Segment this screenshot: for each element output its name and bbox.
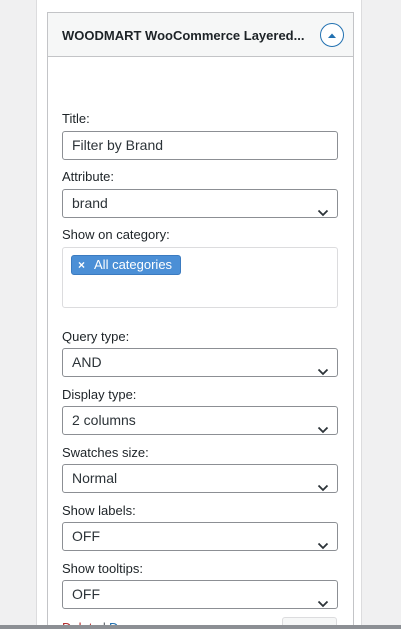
chevron-up-icon [327, 32, 337, 39]
query-type-label: Query type: [62, 329, 130, 344]
category-chip[interactable]: × All categories [71, 255, 182, 275]
title-input[interactable]: Filter by Brand [62, 131, 338, 160]
swatches-size-select[interactable]: Normal [62, 464, 338, 493]
attribute-select[interactable]: brand [62, 189, 338, 218]
chevron-down-icon [317, 590, 329, 617]
show-labels-select[interactable]: OFF [62, 522, 338, 551]
category-multiselect[interactable]: × All categories [62, 247, 338, 308]
attribute-select-value: brand [72, 195, 108, 211]
show-labels-value: OFF [72, 528, 100, 544]
widget-toggle-button[interactable] [320, 23, 344, 47]
swatches-size-value: Normal [72, 470, 118, 486]
query-type-value: AND [72, 354, 102, 370]
display-type-value: 2 columns [72, 412, 136, 428]
chevron-down-icon [317, 199, 329, 226]
remove-chip-icon[interactable]: × [78, 256, 85, 274]
show-labels-label: Show labels: [62, 503, 136, 518]
title-label: Title: [62, 111, 90, 126]
left-background [0, 0, 36, 629]
widget-card: WOODMART WooCommerce Layered... Title: F… [47, 12, 354, 629]
bottom-border [0, 625, 401, 629]
show-tooltips-select[interactable]: OFF [62, 580, 338, 609]
display-type-label: Display type: [62, 387, 137, 402]
category-chip-label: All categories [94, 257, 173, 272]
swatches-size-label: Swatches size: [62, 445, 149, 460]
chevron-down-icon [317, 416, 329, 443]
query-type-select[interactable]: AND [62, 348, 338, 377]
chevron-down-icon [317, 532, 329, 559]
widget-header[interactable]: WOODMART WooCommerce Layered... [48, 13, 353, 57]
attribute-label: Attribute: [62, 169, 115, 184]
show-tooltips-value: OFF [72, 586, 100, 602]
show-tooltips-label: Show tooltips: [62, 561, 143, 576]
widget-title: WOODMART WooCommerce Layered... [62, 28, 305, 43]
display-type-select[interactable]: 2 columns [62, 406, 338, 435]
chevron-down-icon [317, 474, 329, 501]
right-background [362, 0, 401, 629]
chevron-down-icon [317, 358, 329, 385]
category-label: Show on category: [62, 227, 170, 242]
